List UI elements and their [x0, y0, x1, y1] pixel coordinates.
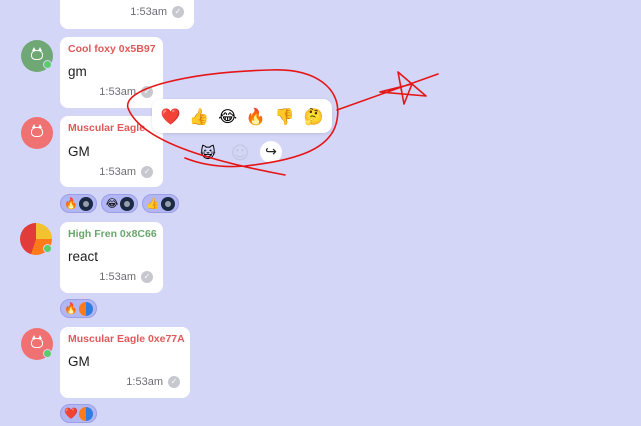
ball-avatar-icon [79, 301, 93, 316]
message-meta: 1:53am ✓ [99, 86, 153, 98]
reactions-row: 🔥 😂 👍 [60, 194, 179, 213]
message-time: 1:53am [99, 86, 136, 98]
forward-icon[interactable]: ↪ [260, 141, 282, 163]
check-icon: ✓ [141, 86, 153, 98]
message-bubble[interactable]: 1:53am ✓ [60, 0, 194, 29]
fox-icon[interactable]: 😺 [197, 142, 219, 164]
fox-icon [31, 47, 43, 60]
check-icon: ✓ [141, 271, 153, 283]
reactions-row: 🔥 [60, 299, 97, 318]
message-text: GM [68, 354, 90, 369]
online-indicator [43, 60, 52, 69]
bomb-avatar-icon [120, 196, 134, 211]
bomb-avatar-icon [161, 196, 175, 211]
message-meta: 1:53am ✓ [126, 376, 180, 388]
message-text: gm [68, 64, 87, 79]
avatar[interactable] [21, 117, 53, 149]
check-icon: ✓ [168, 376, 180, 388]
ball-avatar-icon [79, 406, 93, 421]
message-meta: 1:53am ✓ [130, 6, 184, 18]
message-bubble[interactable]: High Fren 0x8C66 react 1:53am ✓ [60, 222, 163, 293]
online-indicator [43, 244, 52, 253]
reaction-emoji: ❤️ [64, 407, 78, 420]
message-time: 1:53am [130, 6, 167, 18]
message-author[interactable]: High Fren 0x8C66 [68, 228, 157, 240]
fox-icon [31, 335, 43, 348]
message-author[interactable]: Muscular Eagle [68, 122, 145, 134]
reaction-emoji: 🔥 [64, 302, 78, 315]
reaction-picker: ❤️ 👍 😂 🔥 👎 🤔 [152, 99, 332, 133]
annotation-star [336, 71, 439, 111]
reactions-row: ❤️ [60, 404, 97, 423]
heart-reaction-option[interactable]: ❤️ [160, 107, 180, 126]
thumbs-down-reaction-option[interactable]: 👎 [275, 107, 295, 126]
reaction-emoji: 👍 [146, 197, 160, 210]
message-bubble[interactable]: Cool foxy 0x5B97 gm 1:53am ✓ [60, 37, 163, 108]
message-text: react [68, 249, 99, 264]
thinking-reaction-option[interactable]: 🤔 [304, 107, 324, 126]
message-time: 1:53am [99, 166, 136, 178]
thumbs-up-reaction-option[interactable]: 👍 [189, 107, 209, 126]
reaction-emoji: 🔥 [64, 197, 78, 210]
check-icon: ✓ [172, 6, 184, 18]
message-author[interactable]: Cool foxy 0x5B97 [68, 43, 156, 55]
reaction-chip[interactable]: 🔥 [60, 299, 97, 318]
message-bubble[interactable]: Muscular Eagle 0xe77A GM 1:53am ✓ [60, 327, 190, 398]
message-meta: 1:53am ✓ [99, 166, 153, 178]
fox-icon [31, 124, 43, 137]
online-indicator [43, 349, 52, 358]
check-icon: ✓ [141, 166, 153, 178]
message-author[interactable]: Muscular Eagle 0xe77A [68, 333, 185, 345]
fire-reaction-option[interactable]: 🔥 [246, 107, 266, 126]
reaction-chip[interactable]: 👍 [142, 194, 179, 213]
message-text: GM [68, 144, 90, 159]
smiley-icon[interactable]: ☺ [229, 142, 251, 164]
reaction-emoji: 😂 [105, 197, 119, 210]
reaction-chip[interactable]: 😂 [101, 194, 138, 213]
message-bubble[interactable]: Muscular Eagle GM 1:53am ✓ [60, 116, 163, 187]
message-meta: 1:53am ✓ [99, 271, 153, 283]
reaction-chip[interactable]: ❤️ [60, 404, 97, 423]
laughing-reaction-option[interactable]: 😂 [218, 107, 237, 126]
message-time: 1:53am [126, 376, 163, 388]
message-time: 1:53am [99, 271, 136, 283]
reaction-chip[interactable]: 🔥 [60, 194, 97, 213]
bomb-avatar-icon [79, 196, 93, 211]
